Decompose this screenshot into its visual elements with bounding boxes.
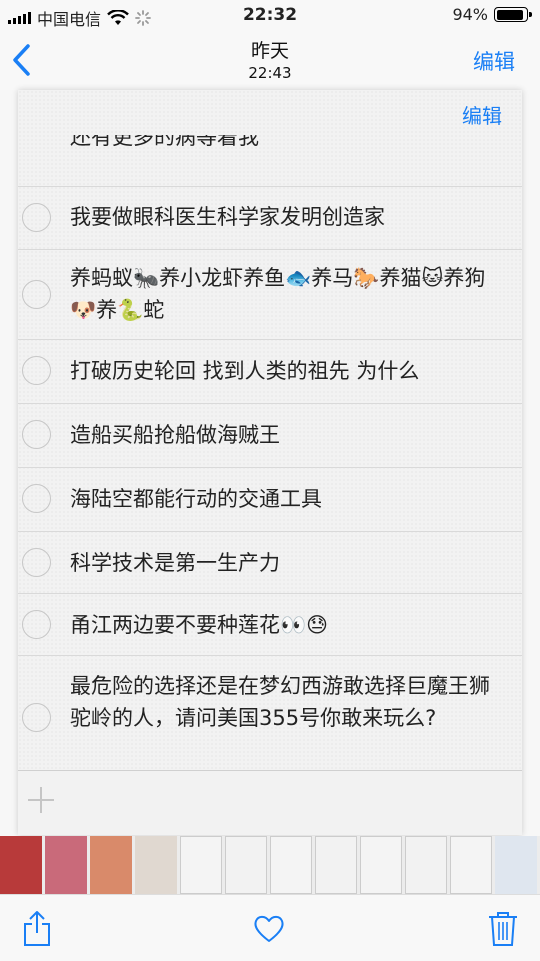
thumbnail[interactable] (315, 836, 357, 894)
checklist-item[interactable]: 最危险的选择还是在梦幻西游敢选择巨魔王狮驼岭的人，请问美国355号你敢来玩么? (18, 656, 522, 780)
checkbox-circle[interactable] (22, 356, 51, 385)
status-right: 94% (452, 5, 532, 24)
note-view: 编辑 还有更多的病等着我 我要做眼科医生科学家发明创造家 养蚂蚁🐜养小龙虾养鱼🐟… (18, 90, 522, 835)
checkbox-circle[interactable] (22, 703, 51, 732)
thumbnail[interactable] (450, 836, 492, 894)
navigation-bar: 昨天 22:43 编辑 (0, 30, 540, 90)
thumbnail[interactable] (0, 836, 42, 894)
heart-icon[interactable] (252, 909, 286, 947)
status-bar: 中国电信 22:32 94% (0, 0, 540, 30)
checkbox-circle[interactable] (22, 610, 51, 639)
thumbnail[interactable] (90, 836, 132, 894)
checklist-item[interactable]: 打破历史轮回 找到人类的祖先 为什么 (18, 340, 522, 404)
battery-percent: 94% (452, 5, 488, 24)
plus-icon[interactable] (26, 785, 56, 815)
page-subtitle-time: 22:43 (248, 64, 292, 82)
item-text: 养蚂蚁🐜养小龙虾养鱼🐟养马🐎养猫🐱养狗🐶养🐍蛇 (70, 266, 486, 322)
thumbnail[interactable] (495, 836, 537, 894)
checklist-item[interactable]: 科学技术是第一生产力 (18, 532, 522, 594)
checkbox-circle[interactable] (22, 548, 51, 577)
item-text: 造船买船抢船做海贼王 (70, 423, 280, 447)
checkbox-circle[interactable] (22, 420, 51, 449)
battery-fill (496, 9, 523, 20)
item-text: 海陆空都能行动的交通工具 (70, 487, 322, 511)
checklist-item[interactable]: 海陆空都能行动的交通工具 (18, 468, 522, 532)
share-icon[interactable] (20, 909, 54, 947)
checklist-item[interactable]: 我要做眼科医生科学家发明创造家 (18, 187, 522, 250)
thumbnail[interactable] (360, 836, 402, 894)
thumbnail-strip[interactable] (0, 836, 540, 894)
item-text: 我要做眼科医生科学家发明创造家 (70, 205, 385, 229)
page-title: 昨天 (250, 40, 289, 62)
item-text: 甬江两边要不要种莲花👀😓 (70, 613, 329, 637)
checklist-item[interactable]: 养蚂蚁🐜养小龙虾养鱼🐟养马🐎养猫🐱养狗🐶养🐍蛇 (18, 250, 522, 340)
partial-checklist-item: 还有更多的病等着我 (18, 135, 522, 187)
note-edit-button[interactable]: 编辑 (462, 100, 502, 129)
checkbox-circle[interactable] (22, 280, 51, 309)
trash-icon[interactable] (486, 909, 520, 947)
bottom-toolbar (0, 894, 540, 961)
thumbnail[interactable] (45, 836, 87, 894)
item-text: 科学技术是第一生产力 (70, 551, 280, 575)
item-text: 打破历史轮回 找到人类的祖先 为什么 (70, 359, 420, 383)
add-item-bar (18, 770, 522, 835)
partial-item-text: 还有更多的病等着我 (70, 135, 259, 149)
thumbnail[interactable] (180, 836, 222, 894)
thumbnail[interactable] (135, 836, 177, 894)
checklist-item[interactable]: 造船买船抢船做海贼王 (18, 404, 522, 468)
thumbnail[interactable] (225, 836, 267, 894)
checklist-item[interactable]: 甬江两边要不要种莲花👀😓 (18, 594, 522, 656)
checkbox-circle[interactable] (22, 484, 51, 513)
checklist: 还有更多的病等着我 我要做眼科医生科学家发明创造家 养蚂蚁🐜养小龙虾养鱼🐟养马🐎… (18, 135, 522, 827)
battery-icon (494, 7, 532, 22)
thumbnail[interactable] (270, 836, 312, 894)
checkbox-circle[interactable] (22, 203, 51, 232)
item-text: 最危险的选择还是在梦幻西游敢选择巨魔王狮驼岭的人，请问美国355号你敢来玩么? (70, 674, 490, 730)
edit-button[interactable]: 编辑 (473, 46, 515, 76)
thumbnail[interactable] (405, 836, 447, 894)
